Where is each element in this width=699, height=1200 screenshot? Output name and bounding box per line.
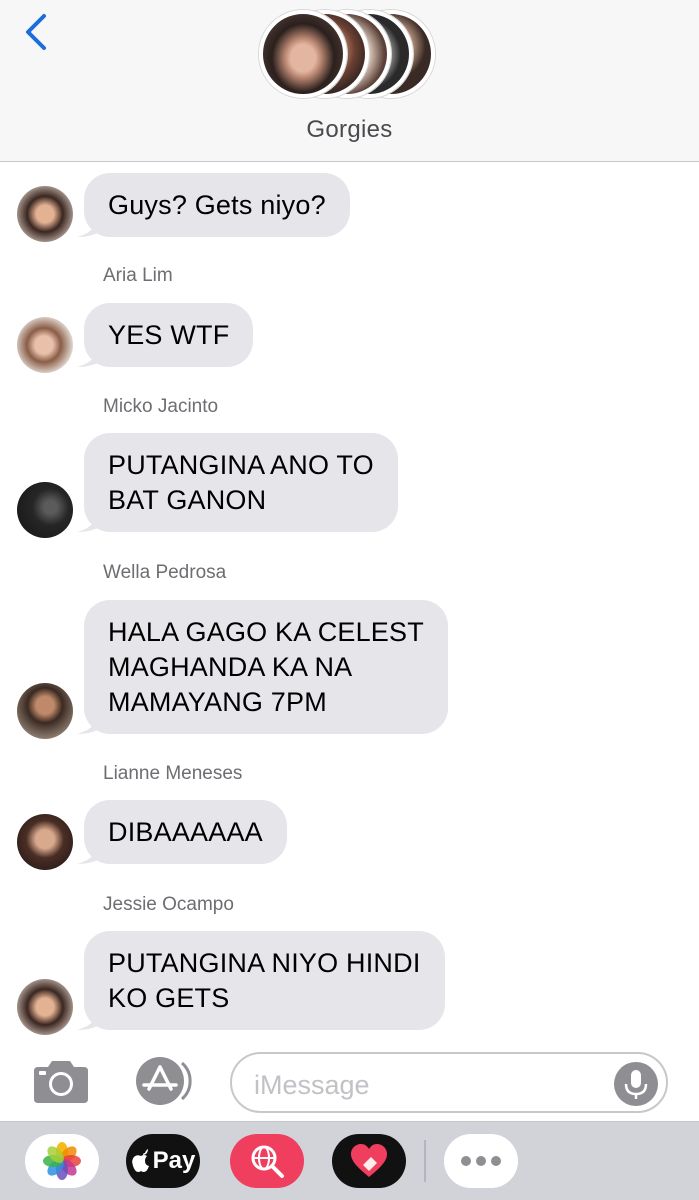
- apple-pay-label: Pay: [152, 1147, 196, 1174]
- message-thread: Guys? Gets niyo? Aria Lim YES WTF Micko …: [0, 163, 699, 1043]
- message-input[interactable]: iMessage: [230, 1052, 668, 1113]
- message-text: MAMAYANG 7PM: [108, 687, 327, 717]
- bubble-tail: [77, 510, 101, 532]
- message-bubble[interactable]: YES WTF: [77, 303, 254, 367]
- message-bubble[interactable]: PUTANGINA ANO TO BAT GANON: [77, 433, 398, 532]
- avatar[interactable]: [17, 814, 73, 870]
- group-avatar-stack[interactable]: [259, 10, 439, 102]
- message-text: PUTANGINA NIYO HINDI: [108, 948, 421, 978]
- sender-name: Aria Lim: [103, 265, 173, 286]
- message-text: PUTANGINA ANO TO: [108, 450, 374, 480]
- microphone-icon[interactable]: [614, 1062, 658, 1106]
- message-bubble[interactable]: Guys? Gets niyo?: [77, 173, 350, 237]
- globe-search-icon: [251, 1145, 284, 1178]
- digital-touch-app-button[interactable]: [332, 1134, 406, 1188]
- apple-logo-icon: [131, 1149, 149, 1172]
- message-text: Guys? Gets niyo?: [108, 190, 326, 220]
- group-member-avatar: [259, 10, 347, 98]
- apple-pay-button[interactable]: Pay: [126, 1134, 200, 1188]
- sender-name: Jessie Ocampo: [103, 894, 234, 915]
- conversation-header: Gorgies: [0, 0, 699, 162]
- sender-name: Lianne Meneses: [103, 763, 243, 784]
- bubble-tail: [77, 215, 101, 237]
- photos-app-button[interactable]: [25, 1134, 99, 1188]
- avatar[interactable]: [17, 683, 73, 739]
- avatar[interactable]: [17, 979, 73, 1035]
- bubble-tail: [77, 345, 101, 367]
- web-search-app-button[interactable]: [230, 1134, 304, 1188]
- back-chevron-icon[interactable]: [20, 10, 60, 56]
- heart-touch-icon: [351, 1144, 387, 1177]
- message-bubble[interactable]: DIBAAAAAA: [77, 800, 287, 864]
- message-text: HALA GAGO KA CELEST: [108, 617, 424, 647]
- message-bubble[interactable]: HALA GAGO KA CELEST MAGHANDA KA NA MAMAY…: [77, 600, 448, 734]
- sender-name: Wella Pedrosa: [103, 562, 227, 583]
- compose-bar: iMessage: [0, 1043, 699, 1121]
- more-apps-button[interactable]: [444, 1134, 518, 1188]
- message-text: BAT GANON: [108, 485, 267, 515]
- app-drawer: Pay: [0, 1121, 699, 1200]
- drawer-divider: [424, 1140, 426, 1182]
- avatar[interactable]: [17, 186, 73, 242]
- photos-icon: [43, 1142, 81, 1180]
- bubble-tail: [77, 712, 101, 734]
- bubble-tail: [77, 842, 101, 864]
- more-dots-icon: [461, 1156, 501, 1166]
- message-text: YES WTF: [108, 320, 230, 350]
- message-bubble[interactable]: PUTANGINA NIYO HINDI KO GETS: [77, 931, 445, 1030]
- avatar[interactable]: [17, 317, 73, 373]
- bubble-tail: [77, 1008, 101, 1030]
- app-store-icon[interactable]: [130, 1055, 198, 1107]
- message-text: MAGHANDA KA NA: [108, 652, 353, 682]
- sender-name: Micko Jacinto: [103, 396, 219, 417]
- avatar[interactable]: [17, 482, 73, 538]
- message-text: DIBAAAAAA: [108, 817, 263, 847]
- camera-icon[interactable]: [30, 1059, 92, 1105]
- group-name[interactable]: Gorgies: [0, 116, 699, 144]
- message-text: KO GETS: [108, 983, 230, 1013]
- message-input-placeholder: iMessage: [254, 1070, 370, 1100]
